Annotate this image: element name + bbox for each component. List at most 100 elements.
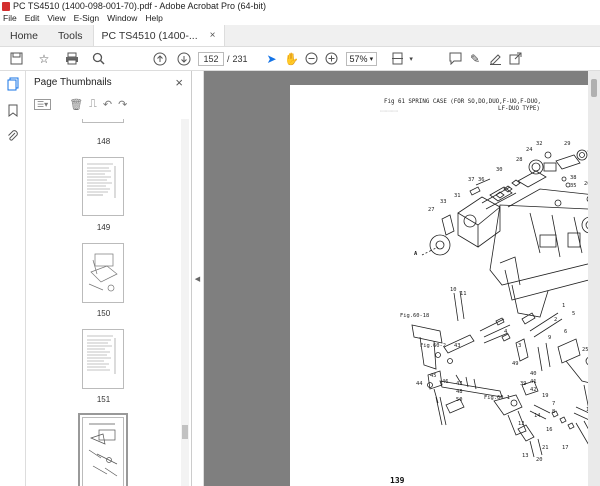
callout-12: 12 <box>518 421 525 427</box>
fig-ref-60-1: Fig.60-1 <box>484 395 510 401</box>
zoom-dropdown[interactable]: 57% ▾ <box>345 51 378 66</box>
menu-edit[interactable]: Edit <box>25 12 40 25</box>
document-scroll-thumb[interactable] <box>591 79 597 97</box>
page-number-input[interactable]: 152 <box>198 51 224 66</box>
callout-35: 35 <box>570 183 577 189</box>
page-navigator: 152 / 231 <box>198 51 248 66</box>
callout-20: 20 <box>536 457 543 463</box>
close-panel-icon[interactable]: × <box>175 75 183 90</box>
document-scrollbar[interactable] <box>588 71 600 486</box>
tab-document[interactable]: PC TS4510 (1400-... × <box>92 25 225 47</box>
select-arrow-icon[interactable]: ➤ <box>262 49 282 69</box>
left-rail <box>0 71 26 486</box>
thumbnail-151[interactable] <box>82 329 124 389</box>
bookmark-star-icon[interactable]: ☆ <box>34 49 54 69</box>
page-separator: / <box>227 53 230 64</box>
parts-diagram: Fig 61 SPRING CASE (FOR SO,DO,DUO,F-UO,F… <box>380 99 588 485</box>
toolbar: ☆ 152 / 231 ➤ ✋ 57% ▾ ▾ ✎ <box>0 47 600 71</box>
thumbnail-149[interactable] <box>82 157 124 216</box>
pen-icon[interactable]: ✎ <box>465 49 485 69</box>
callout-17: 17 <box>562 445 569 451</box>
fig-ref-60-18: Fig.60-18 <box>400 313 429 319</box>
callout-41: 41 <box>530 379 537 385</box>
menu-file[interactable]: File <box>3 12 17 25</box>
tab-document-label: PC TS4510 (1400-... <box>101 29 198 42</box>
page-down-icon[interactable] <box>174 49 194 69</box>
document-viewer[interactable]: Fig 61 SPRING CASE (FOR SO,DO,DUO,F-UO,F… <box>204 71 600 486</box>
thumbnail-148[interactable] <box>82 119 124 123</box>
callout-31: 31 <box>454 193 461 199</box>
callout-48: 48 <box>456 389 463 395</box>
thumbnail-150[interactable] <box>82 243 124 303</box>
tab-tools[interactable]: Tools <box>48 25 93 46</box>
callout-44: 44 <box>416 381 423 387</box>
save-icon[interactable] <box>6 49 26 69</box>
callout-28: 28 <box>516 157 523 163</box>
callout-24: 24 <box>526 147 533 153</box>
thumbnails-scroll-thumb[interactable] <box>182 425 188 439</box>
callout-45: 45 <box>430 373 437 379</box>
close-tab-icon[interactable]: × <box>210 25 216 47</box>
thumbnails-scrollbar[interactable] <box>181 119 189 486</box>
sign-icon[interactable] <box>485 49 505 69</box>
callout-16: 16 <box>546 427 553 433</box>
zoom-in-icon[interactable] <box>322 49 342 69</box>
comment-icon[interactable] <box>445 49 465 69</box>
callout-10: 10 <box>450 287 457 293</box>
panel-toolbar: ☰▾ 🗑 ⎍ ↶ ↷ <box>26 93 191 115</box>
thumbnail-152[interactable] <box>78 413 128 486</box>
callout-a-left: A <box>414 251 418 257</box>
callout-46: 46 <box>442 379 449 385</box>
menu-view[interactable]: View <box>47 12 65 25</box>
callout-14: 14 <box>534 413 541 419</box>
callout-19: 19 <box>542 393 549 399</box>
callout-5: 5 <box>572 311 575 317</box>
callout-49: 49 <box>512 361 519 367</box>
page-number: 139 <box>390 476 405 485</box>
insert-pages-icon[interactable]: ⎍ <box>89 98 97 111</box>
callout-43: 43 <box>454 343 461 349</box>
callout-13: 13 <box>522 453 529 459</box>
search-icon[interactable] <box>88 49 108 69</box>
fit-dropdown-chevron-icon[interactable]: ▾ <box>407 49 415 69</box>
page-thumbnails-icon[interactable] <box>0 71 26 97</box>
figure-title-line2: LF-DUO TYPE) <box>498 106 540 112</box>
rotate-left-icon[interactable]: ↶ <box>103 98 112 111</box>
rotate-right-icon[interactable]: ↷ <box>118 98 127 111</box>
callout-6: 6 <box>564 329 567 335</box>
hand-icon[interactable]: ✋ <box>282 49 302 69</box>
callout-33: 33 <box>440 199 447 205</box>
collapse-arrow-icon: ◀ <box>194 275 201 283</box>
options-menu-icon[interactable]: ☰▾ <box>34 98 52 110</box>
figure-title-line1: Fig 61 SPRING CASE (FOR SO,DO,DUO,F-UO,F… <box>384 99 541 105</box>
attachments-icon[interactable] <box>0 123 26 149</box>
callout-4: 4 <box>504 329 507 335</box>
thumbnail-list: 148 149 150 151 <box>26 119 192 486</box>
menu-bar: File Edit View E-Sign Window Help <box>0 12 600 25</box>
page-up-icon[interactable] <box>150 49 170 69</box>
callout-47: 47 <box>456 381 463 387</box>
callout-11: 11 <box>460 291 467 297</box>
thumbnail-label-151: 151 <box>96 395 111 404</box>
collapse-panel-handle[interactable]: ◀ <box>192 71 204 486</box>
bookmarks-icon[interactable] <box>0 97 26 123</box>
print-icon[interactable] <box>62 49 82 69</box>
callout-2: 2 <box>554 317 557 323</box>
callout-32: 32 <box>536 141 543 147</box>
tab-home[interactable]: Home <box>0 25 48 46</box>
delete-icon[interactable]: 🗑 <box>69 98 83 111</box>
callout-36: 36 <box>478 177 485 183</box>
share-icon[interactable] <box>505 49 525 69</box>
callout-42: 42 <box>530 387 537 393</box>
callout-29: 29 <box>564 141 571 147</box>
menu-esign[interactable]: E-Sign <box>74 12 100 25</box>
fig-ref-60-2: Fig.60-2 <box>420 343 446 349</box>
menu-window[interactable]: Window <box>107 12 137 25</box>
acrobat-app-icon <box>2 1 10 11</box>
zoom-out-icon[interactable] <box>302 49 322 69</box>
fit-page-icon[interactable] <box>387 49 407 69</box>
faint-stamp: ⋯⋯⋯⋯⋯ <box>380 108 398 115</box>
callout-27: 27 <box>428 207 435 213</box>
menu-help[interactable]: Help <box>145 12 162 25</box>
callout-7: 7 <box>552 401 555 407</box>
